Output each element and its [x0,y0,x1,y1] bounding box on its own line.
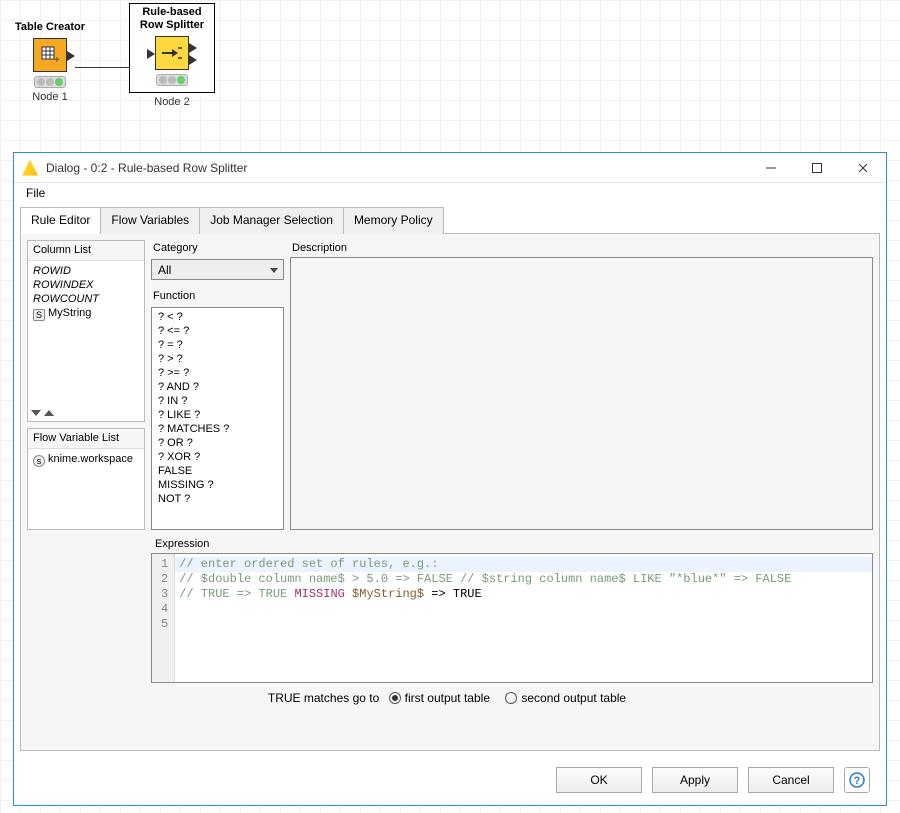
node-id: Node 1 [7,91,93,103]
flow-variable-list[interactable]: sknime.workspace [28,449,144,529]
list-item[interactable]: MISSING ? [152,478,283,492]
expression-label: Expression [27,536,873,553]
tab-job-manager[interactable]: Job Manager Selection [199,207,344,234]
node-label: Rule-based Row Splitter [134,6,210,32]
dialog-window: Dialog - 0:2 - Rule-based Row Splitter F… [13,152,887,806]
description-label: Description [290,240,873,257]
splitter-icon [155,36,189,70]
ok-button[interactable]: OK [556,767,642,793]
node-status-lights [156,74,188,86]
triangle-down-icon[interactable] [31,410,41,416]
radio-second-output[interactable]: second output table [505,691,626,705]
expression-code[interactable]: // enter ordered set of rules, e.g.: // … [175,554,872,682]
maximize-button[interactable] [794,153,840,183]
workflow-canvas[interactable]: Table Creator + Node 1 Rule-based Row Sp… [0,0,900,140]
category-select[interactable]: All [151,259,284,280]
list-item[interactable]: ? < ? [152,310,283,324]
radio-icon [389,692,401,704]
tab-flow-variables[interactable]: Flow Variables [100,207,200,234]
titlebar[interactable]: Dialog - 0:2 - Rule-based Row Splitter [14,153,886,183]
list-item[interactable]: sknime.workspace [33,452,139,468]
help-button[interactable]: ? [844,767,870,793]
node-status-lights [34,76,66,88]
list-item[interactable]: ? > ? [152,352,283,366]
table-icon: + [33,38,67,72]
node-label: Table Creator [7,8,93,34]
tab-panel-rule-editor: Column List ROWID ROWINDEX ROWCOUNT SMyS… [20,234,880,751]
menubar: File [14,183,886,206]
connection[interactable] [75,67,137,68]
cancel-button[interactable]: Cancel [748,767,834,793]
function-list[interactable]: ? < ? ? <= ? ? = ? ? > ? ? >= ? ? AND ? … [151,307,284,530]
apply-button[interactable]: Apply [652,767,738,793]
radio-first-output[interactable]: first output table [389,691,490,705]
list-item[interactable]: SMyString [33,306,139,322]
svg-text:?: ? [854,775,861,787]
flow-variable-panel: Flow Variable List sknime.workspace [27,428,145,530]
column-list[interactable]: ROWID ROWINDEX ROWCOUNT SMyString [28,261,144,407]
line-gutter: 12345 [152,554,175,682]
panel-title: Column List [28,241,144,261]
list-item[interactable]: ? MATCHES ? [152,422,283,436]
list-item[interactable]: ? IN ? [152,394,283,408]
list-item[interactable]: ? AND ? [152,380,283,394]
tab-rule-editor[interactable]: Rule Editor [20,207,101,234]
list-item[interactable]: ROWCOUNT [33,292,139,306]
minimize-button[interactable] [748,153,794,183]
list-item[interactable]: FALSE [152,464,283,478]
radio-icon [505,692,517,704]
function-label: Function [151,288,284,305]
close-button[interactable] [840,153,886,183]
node-rule-based-row-splitter[interactable]: Rule-based Row Splitter Node 2 [129,3,215,108]
radio-label: TRUE matches go to [268,691,379,705]
svg-text:+: + [54,55,59,64]
list-item[interactable]: ? = ? [152,338,283,352]
string-type-icon: S [33,309,45,321]
menu-file[interactable]: File [22,184,49,202]
list-item[interactable]: ? LIKE ? [152,408,283,422]
node-id: Node 2 [129,96,215,108]
list-item[interactable]: ? >= ? [152,366,283,380]
column-list-panel: Column List ROWID ROWINDEX ROWCOUNT SMyS… [27,240,145,422]
list-item[interactable]: NOT ? [152,492,283,506]
list-item[interactable]: ROWINDEX [33,278,139,292]
node-table-creator[interactable]: Table Creator + Node 1 [7,8,93,103]
expression-editor[interactable]: 12345 // enter ordered set of rules, e.g… [151,553,873,683]
category-label: Category [151,240,284,257]
list-item[interactable]: ? OR ? [152,436,283,450]
string-type-icon: s [33,455,45,467]
triangle-up-icon[interactable] [44,410,54,416]
list-item[interactable]: ? <= ? [152,324,283,338]
list-item[interactable]: ROWID [33,264,139,278]
app-icon [22,160,38,176]
dialog-title: Dialog - 0:2 - Rule-based Row Splitter [46,161,748,175]
output-radio-group: TRUE matches go to first output table se… [27,683,873,709]
description-area[interactable] [290,257,873,530]
dialog-buttons: OK Apply Cancel ? [14,757,886,805]
panel-title: Flow Variable List [28,429,144,449]
tabs: Rule Editor Flow Variables Job Manager S… [20,206,880,234]
tab-memory-policy[interactable]: Memory Policy [343,207,444,234]
list-item[interactable]: ? XOR ? [152,450,283,464]
